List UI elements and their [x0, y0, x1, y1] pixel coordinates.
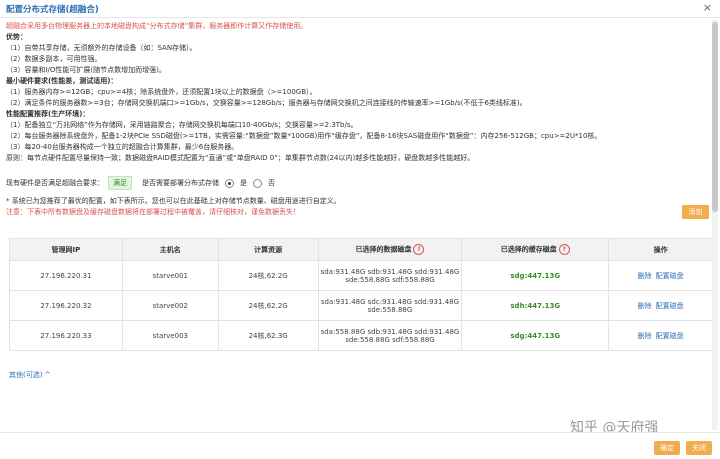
close-button[interactable]: 关闭 — [686, 441, 712, 455]
auto-config-note: * 系统已为您推荐了最优的配置，如下表所示。您也可以在此基础上对存储节点数量、磁… — [6, 197, 341, 205]
data-disks-line: sda:931.48G sdc:931.48G sdd:931.48G — [320, 297, 460, 306]
node-table: 管理网IP 主机名 计算资源 已选择的数据磁盘? 已选择的缓存磁盘? 操作 27… — [9, 238, 713, 351]
scrollbar-thumb[interactable] — [712, 22, 718, 212]
config-disk-link[interactable]: 配置磁盘 — [656, 302, 684, 310]
min-hw-item: （1）服务器内存>=12GB；cpu>=4核；除系统盘外，还须配置1块以上的数据… — [6, 88, 317, 96]
col-header-data-disks: 已选择的数据磁盘? — [317, 238, 463, 261]
table-row: 27.196.220.33 starve003 24核,62.3G sda:55… — [9, 320, 713, 351]
dialog-titlebar: 配置分布式存储(超融合) × — [0, 0, 720, 18]
dialog-content: 超融合采用多台物理服务器上的本地磁盘构成“分布式存储”集群，服务器即作计算又作存… — [6, 21, 706, 421]
cell-data-disks: sda:931.48G sdc:931.48G sdd:931.48G sde:5… — [317, 290, 463, 321]
col-header-cache-disks-label: 已选择的缓存磁盘 — [500, 245, 557, 254]
help-icon[interactable]: ? — [558, 244, 570, 255]
cell-actions: 删除 配置磁盘 — [608, 260, 713, 291]
table-row: 27.196.220.32 starve002 24核,62.2G sda:93… — [9, 290, 713, 321]
cell-cache-disk: sdh:447.13G — [461, 290, 610, 321]
advantage-item: （2）数据多副本，可用性强。 — [6, 55, 102, 63]
recommended-item: （1）配备独立“万兆网络”作为存储网，采用链路聚合；存储网交换机每端口10-40… — [6, 121, 358, 129]
other-optional-label: 其他(可选) — [9, 371, 43, 379]
close-icon[interactable]: × — [703, 1, 712, 14]
delete-link[interactable]: 删除 — [638, 332, 652, 340]
cell-compute: 24核,62.2G — [217, 260, 319, 291]
recommended-heading: 性能配置推荐(生产环境)： — [6, 110, 90, 118]
table-row: 27.196.220.31 starve001 24核,62.2G sda:93… — [9, 260, 713, 291]
deploy-yes-radio[interactable] — [225, 178, 234, 188]
col-header-data-disks-label: 已选择的数据磁盘 — [355, 245, 412, 254]
scrollbar[interactable] — [712, 20, 718, 430]
cell-compute: 24核,62.3G — [217, 320, 319, 351]
data-warning: 注意：下表中所有数据盘及缓存磁盘数据将在部署过程中被覆盖，请仔细核对，谨免数据丢… — [6, 208, 300, 216]
delete-link[interactable]: 删除 — [638, 272, 652, 280]
delete-link[interactable]: 删除 — [638, 302, 652, 310]
chevron-up-icon: ^ — [44, 371, 51, 379]
cell-actions: 删除 配置磁盘 — [608, 290, 713, 321]
data-disks-line: sda:931.48G sdb:931.48G sdd:931.48G — [320, 267, 460, 276]
deploy-yes-label: 是 — [240, 179, 247, 187]
deploy-label: 是否需要部署分布式存储 — [142, 179, 219, 187]
min-hw-heading: 最小硬件要求(性能差，测试适用)： — [6, 77, 118, 85]
cell-ip: 27.196.220.31 — [9, 260, 123, 291]
cell-host: starve002 — [121, 290, 219, 321]
col-header-actions: 操作 — [608, 238, 713, 261]
other-optional-toggle[interactable]: 其他(可选) ^ — [9, 370, 51, 380]
col-header-host: 主机名 — [121, 238, 219, 261]
dialog-title: 配置分布式存储(超融合) — [6, 5, 99, 15]
ok-button[interactable]: 确定 — [654, 441, 680, 455]
cell-host: starve003 — [121, 320, 219, 351]
data-disks-line: sde:558.88G — [367, 305, 413, 314]
hw-check-label: 现有硬件是否满足超融合要求： — [6, 179, 104, 187]
deploy-no-radio[interactable] — [253, 178, 262, 188]
hw-status-badge: 满足 — [108, 176, 132, 190]
col-header-compute: 计算资源 — [217, 238, 319, 261]
dialog-footer — [0, 432, 720, 459]
data-disks-line: sde:558.88G sdf:558.88G — [345, 275, 435, 284]
cell-compute: 24核,62.2G — [217, 290, 319, 321]
cell-ip: 27.196.220.32 — [9, 290, 123, 321]
cell-cache-disk: sdg:447.13G — [461, 260, 610, 291]
advantage-item: （3）容量和I/O性能可扩展(随节点数增加而增强)。 — [6, 66, 166, 74]
add-button[interactable]: 添加 — [682, 205, 709, 219]
col-header-cache-disks: 已选择的缓存磁盘? — [461, 238, 610, 261]
cell-actions: 删除 配置磁盘 — [608, 320, 713, 351]
data-disks-line: sda:558.88G sdb:931.48G sdd:931.48G — [320, 327, 460, 336]
col-header-ip: 管理网IP — [9, 238, 123, 261]
recommended-item: （3）每20-40台服务器构成一个独立的超融合计算集群，最少6台服务器。 — [6, 143, 239, 151]
principle-text: 原则：每节点硬件配置尽量保持一致；数据磁盘RAID模式配置为“直通”或“单盘RA… — [6, 154, 475, 162]
min-hw-item: （2）满足条件的服务器数>=3台；存储网交换机端口>=1Gb/s，交换容量>=1… — [6, 99, 527, 107]
cell-cache-disk: sdg:447.13G — [461, 320, 610, 351]
cell-host: starve001 — [121, 260, 219, 291]
table-header-row: 管理网IP 主机名 计算资源 已选择的数据磁盘? 已选择的缓存磁盘? 操作 — [9, 238, 713, 261]
deploy-no-label: 否 — [268, 179, 275, 187]
cell-data-disks: sda:931.48G sdb:931.48G sdd:931.48G sde:5… — [317, 260, 463, 291]
help-icon[interactable]: ? — [413, 244, 425, 255]
hw-check-row: 现有硬件是否满足超融合要求： 满足 是否需要部署分布式存储 是 否 — [6, 176, 706, 190]
advantages-heading: 优势： — [6, 33, 27, 41]
config-disk-link[interactable]: 配置磁盘 — [656, 272, 684, 280]
recommended-item: （2）每台服务器除系统盘外，配备1-2块PCIe SSD磁盘(>=1TB，实需容… — [6, 132, 602, 140]
data-disks-line: sde:558.88G sdf:558.88G — [345, 335, 435, 344]
intro-text: 超融合采用多台物理服务器上的本地磁盘构成“分布式存储”集群，服务器即作计算又作存… — [6, 22, 308, 30]
advantage-item: （1）自带共享存储，无须额外的存储设备（如：SAN存储）。 — [6, 44, 197, 52]
cell-data-disks: sda:558.88G sdb:931.48G sdd:931.48G sde:5… — [317, 320, 463, 351]
config-disk-link[interactable]: 配置磁盘 — [656, 332, 684, 340]
cell-ip: 27.196.220.33 — [9, 320, 123, 351]
